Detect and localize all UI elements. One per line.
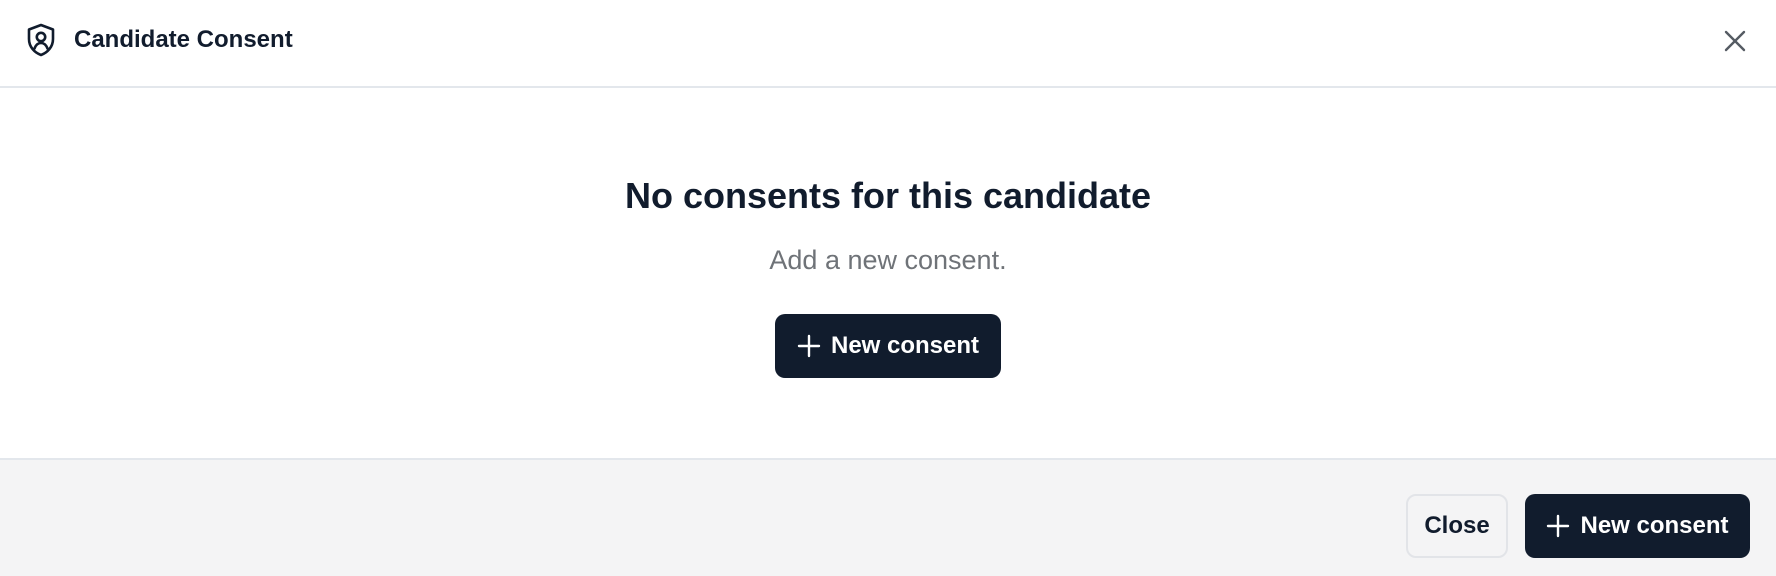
footer-new-consent-button[interactable]: New consent	[1525, 494, 1750, 558]
candidate-consent-dialog: Candidate Consent No consents for this c…	[0, 0, 1776, 576]
dialog-header: Candidate Consent	[0, 0, 1776, 88]
plus-icon	[1546, 514, 1570, 538]
close-button[interactable]: Close	[1406, 494, 1508, 558]
new-consent-button[interactable]: New consent	[775, 314, 1001, 378]
footer-new-consent-label: New consent	[1580, 512, 1729, 539]
empty-state-subtitle: Add a new consent.	[769, 245, 1007, 275]
empty-state-title: No consents for this candidate	[624, 175, 1152, 216]
dialog-footer: Close New consent	[0, 458, 1776, 576]
new-consent-button-label: New consent	[830, 332, 980, 359]
dialog-body: No consents for this candidate Add a new…	[0, 90, 1776, 458]
close-icon[interactable]	[1718, 24, 1752, 58]
shield-user-icon	[26, 23, 56, 57]
dialog-title: Candidate Consent	[74, 26, 293, 53]
plus-icon	[797, 334, 821, 358]
